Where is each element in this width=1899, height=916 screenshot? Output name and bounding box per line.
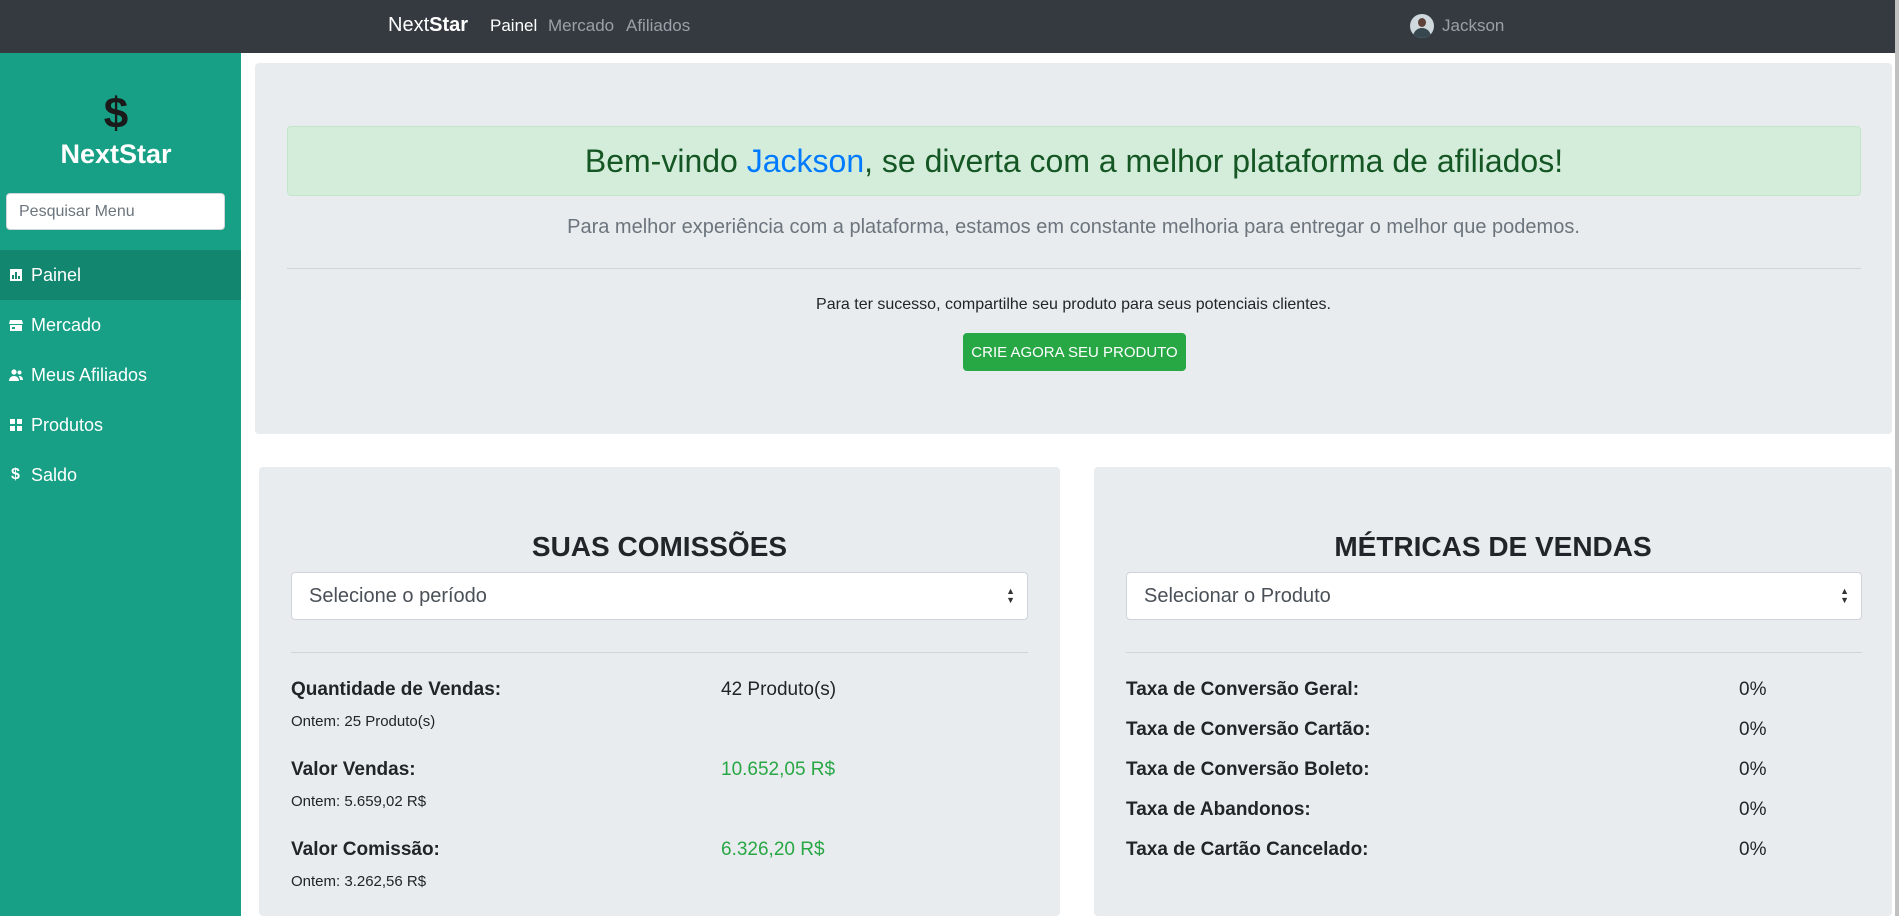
sales-value-yesterday: Ontem: 5.659,02 R$ — [291, 793, 427, 810]
sidebar-item-painel[interactable]: Painel — [0, 250, 241, 300]
metric-label: Taxa de Conversão Cartão: — [1126, 719, 1371, 740]
divider — [1126, 652, 1862, 653]
sales-value-amount: 10.652,05 R$ — [721, 759, 836, 780]
nav-link-mercado[interactable]: Mercado — [548, 16, 614, 36]
metric-value: 0% — [1739, 719, 1767, 740]
sidebar-search-input[interactable] — [6, 193, 225, 230]
sidebar-item-label: Meus Afiliados — [31, 364, 148, 385]
user-name: Jackson — [1442, 16, 1505, 35]
sidebar-item-label: Mercado — [31, 314, 102, 335]
products-icon — [0, 418, 31, 432]
avatar — [1410, 14, 1434, 38]
sidebar-item-saldo[interactable]: $ Saldo — [0, 450, 241, 500]
welcome-user-name: Jackson — [746, 142, 865, 179]
dollar-icon: $ — [11, 466, 20, 483]
metric-label: Taxa de Cartão Cancelado: — [1126, 839, 1369, 860]
commission-value-amount: 6.326,20 R$ — [721, 839, 825, 860]
sidebar-logo-text: NextStar — [60, 139, 172, 169]
commission-value-label: Valor Comissão: — [291, 839, 440, 860]
metric-value: 0% — [1739, 759, 1767, 780]
welcome-prefix: Bem-vindo — [584, 142, 747, 179]
sales-quantity-value: 42 Produto(s) — [721, 679, 837, 700]
brand-bold-text: Star — [429, 14, 469, 36]
divider — [287, 268, 1861, 269]
sales-value-label: Valor Vendas: — [291, 759, 416, 780]
period-select[interactable]: Selecione o período ▲ ▼ — [291, 572, 1028, 620]
sidebar-item-meus-afiliados[interactable]: Meus Afiliados — [0, 350, 241, 400]
sales-quantity-label: Quantidade de Vendas: — [291, 679, 502, 700]
scrollbar[interactable] — [1895, 0, 1899, 916]
metric-value: 0% — [1739, 679, 1767, 700]
logo-dollar-icon: $ — [103, 89, 129, 138]
period-select-value: Selecione o período — [309, 584, 487, 607]
metric-label: Taxa de Conversão Geral: — [1126, 679, 1360, 700]
users-icon — [0, 368, 31, 382]
sidebar-item-label: Painel — [31, 264, 82, 285]
create-product-button[interactable]: CRIE AGORA SEU PRODUTO — [963, 333, 1186, 371]
bar-chart-icon — [0, 268, 31, 282]
welcome-suffix: , se diverta com a melhor plataforma de … — [864, 142, 1564, 179]
sidebar-item-label: Produtos — [31, 414, 104, 435]
metric-value: 0% — [1739, 799, 1767, 820]
welcome-jumbotron — [255, 63, 1892, 434]
commission-value-yesterday: Ontem: 3.262,56 R$ — [291, 873, 427, 890]
product-select-value: Selecionar o Produto — [1144, 584, 1331, 607]
sidebar-item-mercado[interactable]: Mercado — [0, 300, 241, 350]
metric-label: Taxa de Conversão Boleto: — [1126, 759, 1370, 780]
brand-light-text: Next — [388, 14, 430, 36]
welcome-alert: Bem-vindo Jackson, se diverta com a melh… — [287, 126, 1861, 196]
select-caret-icon: ▲ ▼ — [1006, 586, 1015, 605]
sidebar-item-produtos[interactable]: Produtos — [0, 400, 241, 450]
nav-link-afiliados[interactable]: Afiliados — [626, 16, 690, 36]
store-icon — [0, 318, 31, 332]
metric-label: Taxa de Abandonos: — [1126, 799, 1311, 820]
select-caret-icon: ▲ ▼ — [1840, 586, 1849, 605]
navbar-brand[interactable]: NextStar — [388, 14, 468, 37]
product-select[interactable]: Selecionar o Produto ▲ ▼ — [1126, 572, 1862, 620]
welcome-lead-text: Para melhor experiência com a plataforma… — [567, 216, 1580, 238]
top-navbar: NextStar Painel Mercado Afiliados Jackso… — [0, 0, 1895, 53]
sidebar: $ NextStar Painel Mercado Meus Afiliados… — [0, 53, 241, 916]
metric-value: 0% — [1739, 839, 1767, 860]
user-menu[interactable]: Jackson — [1410, 13, 1504, 39]
sales-metrics-title: MÉTRICAS DE VENDAS — [1334, 531, 1652, 562]
sidebar-item-label: Saldo — [31, 464, 78, 485]
sales-quantity-yesterday: Ontem: 25 Produto(s) — [291, 713, 436, 730]
cta-text: Para ter sucesso, compartilhe seu produt… — [816, 296, 1331, 313]
divider — [291, 652, 1028, 653]
nav-link-painel[interactable]: Painel — [490, 16, 537, 36]
commissions-title: SUAS COMISSÕES — [531, 531, 788, 562]
